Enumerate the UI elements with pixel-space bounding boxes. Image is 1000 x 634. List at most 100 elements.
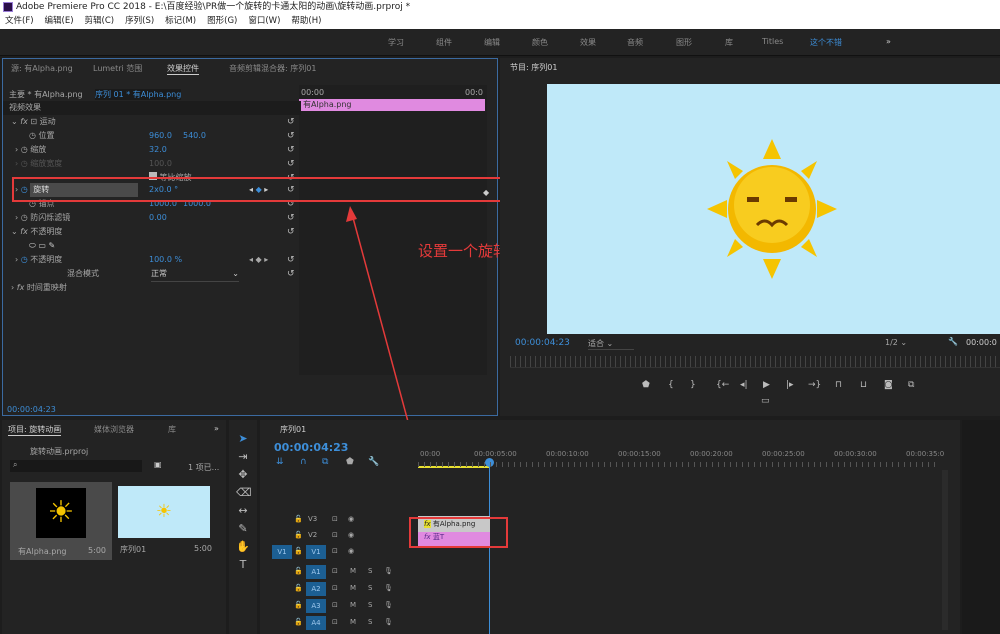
lock-icon[interactable]: 🔓	[294, 547, 303, 555]
mic-icon[interactable]: 🎙	[384, 618, 393, 626]
go-to-out-icon[interactable]: →}	[808, 380, 821, 390]
sync-icon[interactable]: ⊡	[332, 531, 338, 539]
panel-more-icon[interactable]: »	[214, 424, 219, 433]
add-marker-icon[interactable]: ⬟	[346, 457, 354, 467]
menu-marker[interactable]: 标记(M)	[165, 16, 196, 26]
ws-graphics[interactable]: 图形	[676, 37, 692, 48]
extract-icon[interactable]: ⊔	[860, 380, 867, 390]
snap-icon[interactable]: ∩	[300, 457, 307, 467]
mic-icon[interactable]: 🎙	[384, 601, 393, 609]
mute-button[interactable]: M	[350, 567, 356, 575]
program-preview[interactable]	[547, 84, 1000, 334]
step-forward-icon[interactable]: |▸	[786, 380, 794, 390]
source-patch-v1[interactable]: V1	[272, 545, 292, 559]
solo-button[interactable]: S	[368, 601, 372, 609]
menu-file[interactable]: 文件(F)	[5, 16, 34, 26]
menu-sequence[interactable]: 序列(S)	[125, 16, 154, 26]
sync-icon[interactable]: ⊡	[332, 584, 338, 592]
mark-in-icon[interactable]: {	[668, 380, 674, 390]
type-tool-icon[interactable]: T	[236, 558, 250, 571]
add-marker-icon[interactable]: ⬟	[642, 380, 650, 390]
rect-mask-icon[interactable]: ▭	[38, 241, 46, 250]
menu-edit[interactable]: 编辑(E)	[45, 16, 74, 26]
track-select-tool-icon[interactable]: ⇥	[236, 450, 250, 463]
sync-icon[interactable]: ⊡	[332, 515, 338, 523]
lock-icon[interactable]: 🔓	[294, 531, 303, 539]
safe-margins-icon[interactable]: ▭	[761, 396, 770, 406]
eye-icon[interactable]: ◉	[348, 547, 354, 555]
ws-editing[interactable]: 编辑	[484, 37, 500, 48]
track-label[interactable]: V3	[308, 515, 317, 523]
mic-icon[interactable]: 🎙	[384, 584, 393, 592]
tab-project[interactable]: 项目: 旋转动画	[8, 424, 62, 436]
lock-icon[interactable]: 🔓	[294, 618, 303, 626]
menu-graphics[interactable]: 图形(G)	[207, 16, 237, 26]
tab-effect-controls[interactable]: 效果控件	[167, 63, 199, 75]
timeline-timecode[interactable]: 00:00:04:23	[274, 441, 348, 454]
eye-icon[interactable]: ◉	[348, 515, 354, 523]
blend-select[interactable]: 正常 ⌄	[151, 267, 239, 282]
mute-button[interactable]: M	[350, 618, 356, 626]
tab-audio-mixer[interactable]: 音频剪辑混合器: 序列01	[229, 63, 316, 74]
tab-source[interactable]: 源: 有Alpha.png	[11, 63, 73, 74]
mic-icon[interactable]: 🎙	[384, 567, 393, 575]
master-clip[interactable]: 主要 * 有Alpha.png	[9, 89, 83, 100]
sequence-clip[interactable]: 序列 01 * 有Alpha.png	[95, 89, 182, 100]
ripple-edit-tool-icon[interactable]: ✥	[236, 468, 250, 481]
ws-custom[interactable]: 这个不错	[810, 37, 842, 48]
motion-row[interactable]: ⌄ fx ⊡ 运动 ↺	[3, 115, 301, 129]
sync-icon[interactable]: ⊡	[332, 618, 338, 626]
track-label[interactable]: A3	[306, 599, 326, 613]
ws-library[interactable]: 库	[725, 37, 733, 48]
menu-window[interactable]: 窗口(W)	[248, 16, 280, 26]
mute-button[interactable]: M	[350, 584, 356, 592]
mark-out-icon[interactable]: }	[690, 380, 696, 390]
go-to-in-icon[interactable]: {←	[716, 380, 729, 390]
lock-icon[interactable]: 🔓	[294, 567, 303, 575]
position-y[interactable]: 540.0	[183, 129, 206, 143]
ws-audio[interactable]: 音频	[627, 37, 643, 48]
lift-icon[interactable]: ⊓	[835, 380, 842, 390]
reset-icon[interactable]: ↺	[287, 129, 295, 143]
time-ruler[interactable]	[418, 462, 938, 467]
timeline-scrollbar[interactable]	[942, 470, 948, 630]
reset-icon[interactable]: ↺	[287, 157, 295, 171]
thumbnail-sequence[interactable]: ☀	[118, 486, 210, 538]
quality-select[interactable]: 1/2 ⌄	[885, 338, 935, 347]
opacity-value[interactable]: 100.0 %	[149, 253, 182, 267]
lock-icon[interactable]: 🔓	[294, 584, 303, 592]
sync-icon[interactable]: ⊡	[332, 567, 338, 575]
linked-selection-icon[interactable]: ⧉	[322, 457, 328, 467]
mute-button[interactable]: M	[350, 601, 356, 609]
ws-color[interactable]: 颜色	[532, 37, 548, 48]
settings-wrench-icon[interactable]: 🔧	[368, 457, 379, 467]
solo-button[interactable]: S	[368, 584, 372, 592]
track-label[interactable]: V2	[308, 531, 317, 539]
remap-row[interactable]: › fx 时间重映射	[3, 281, 301, 295]
export-frame-icon[interactable]: ◙	[884, 380, 893, 390]
menu-clip[interactable]: 剪辑(C)	[85, 16, 115, 26]
hand-tool-icon[interactable]: ✋	[236, 540, 250, 553]
flicker-value[interactable]: 0.00	[149, 211, 167, 225]
track-label[interactable]: A1	[306, 565, 326, 579]
reset-icon[interactable]: ↺	[287, 253, 295, 267]
lock-icon[interactable]: 🔓	[294, 601, 303, 609]
position-x[interactable]: 960.0	[149, 129, 172, 143]
tab-media-browser[interactable]: 媒体浏览器	[94, 424, 134, 435]
selection-tool-icon[interactable]: ➤	[236, 432, 250, 445]
pen-mask-icon[interactable]: ✎	[49, 241, 56, 250]
ellipse-mask-icon[interactable]: ⬭	[29, 241, 36, 250]
sync-icon[interactable]: ⊡	[332, 547, 338, 555]
kf-clip-bar[interactable]: 有Alpha.png	[299, 99, 485, 111]
pen-tool-icon[interactable]: ✎	[236, 522, 250, 535]
program-timecode[interactable]: 00:00:04:23	[515, 338, 570, 348]
sync-icon[interactable]: ⊡	[332, 601, 338, 609]
step-back-icon[interactable]: ◂|	[740, 380, 748, 390]
ws-more-button[interactable]: »	[886, 37, 891, 46]
track-label[interactable]: A2	[306, 582, 326, 596]
ws-effects[interactable]: 效果	[580, 37, 596, 48]
menu-help[interactable]: 帮助(H)	[291, 16, 321, 26]
reset-icon[interactable]: ↺	[287, 211, 295, 225]
program-scrubber[interactable]	[510, 356, 1000, 368]
reset-icon[interactable]: ↺	[287, 267, 295, 281]
